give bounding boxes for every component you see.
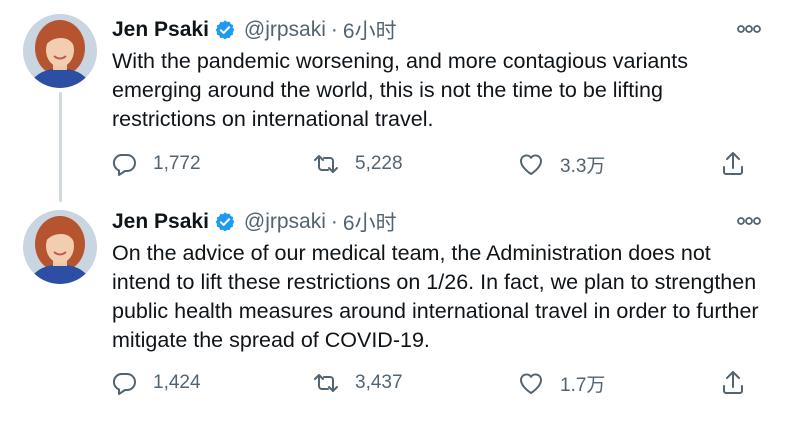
tweet-header: Jen Psaki @jrpsaki · 6小时 [112,16,397,44]
author-name[interactable]: Jen Psaki [112,210,209,234]
like-button[interactable]: 1.7万 [516,366,605,400]
author-handle[interactable]: @jrpsaki [244,18,326,42]
share-button[interactable] [718,366,748,400]
retweet-count: 3,437 [355,372,403,393]
tweet-header: Jen Psaki @jrpsaki · 6小时 [112,208,397,236]
like-icon [519,373,543,394]
tweet-time[interactable]: 6小时 [343,15,397,45]
share-icon [723,152,743,175]
tweet-text: With the pandemic worsening, and more co… [112,49,689,131]
reply-icon [112,373,136,395]
separator-dot: · [330,18,338,41]
like-count: 1.7万 [560,374,606,396]
tweet[interactable]: Jen Psaki @jrpsaki · 6小时 With the pandem… [0,0,790,198]
author-handle[interactable]: @jrpsaki [244,210,326,234]
verified-icon [214,19,236,41]
separator-dot: · [330,210,338,233]
like-count: 3.3万 [560,155,606,177]
reply-button[interactable]: 1,772 [109,147,201,181]
retweet-icon [314,374,338,392]
author-name[interactable]: Jen Psaki [112,18,209,42]
reply-count: 1,772 [153,153,201,174]
verified-icon [214,211,236,233]
share-icon [723,371,743,394]
tweet[interactable]: Jen Psaki @jrpsaki · 6小时 On the advice o… [0,198,790,421]
tweet-actions: 1,424 3,437 1.7万 [0,366,790,400]
reply-button[interactable]: 1,424 [109,366,201,400]
retweet-icon [314,155,338,173]
tweet-actions: 1,772 5,228 3.3万 [0,147,790,181]
avatar[interactable] [23,210,97,284]
like-icon [519,154,543,175]
like-button[interactable]: 3.3万 [516,147,605,181]
retweet-button[interactable]: 5,228 [311,147,403,181]
share-button[interactable] [718,147,748,181]
tweet-time[interactable]: 6小时 [343,207,397,237]
more-icon[interactable] [736,20,762,38]
retweet-button[interactable]: 3,437 [311,366,403,400]
avatar[interactable] [23,14,97,88]
tweet-text: On the advice of our medical team, the A… [112,241,759,352]
more-icon[interactable] [736,212,762,230]
retweet-count: 5,228 [355,153,403,174]
reply-icon [112,154,136,176]
reply-count: 1,424 [153,372,201,393]
